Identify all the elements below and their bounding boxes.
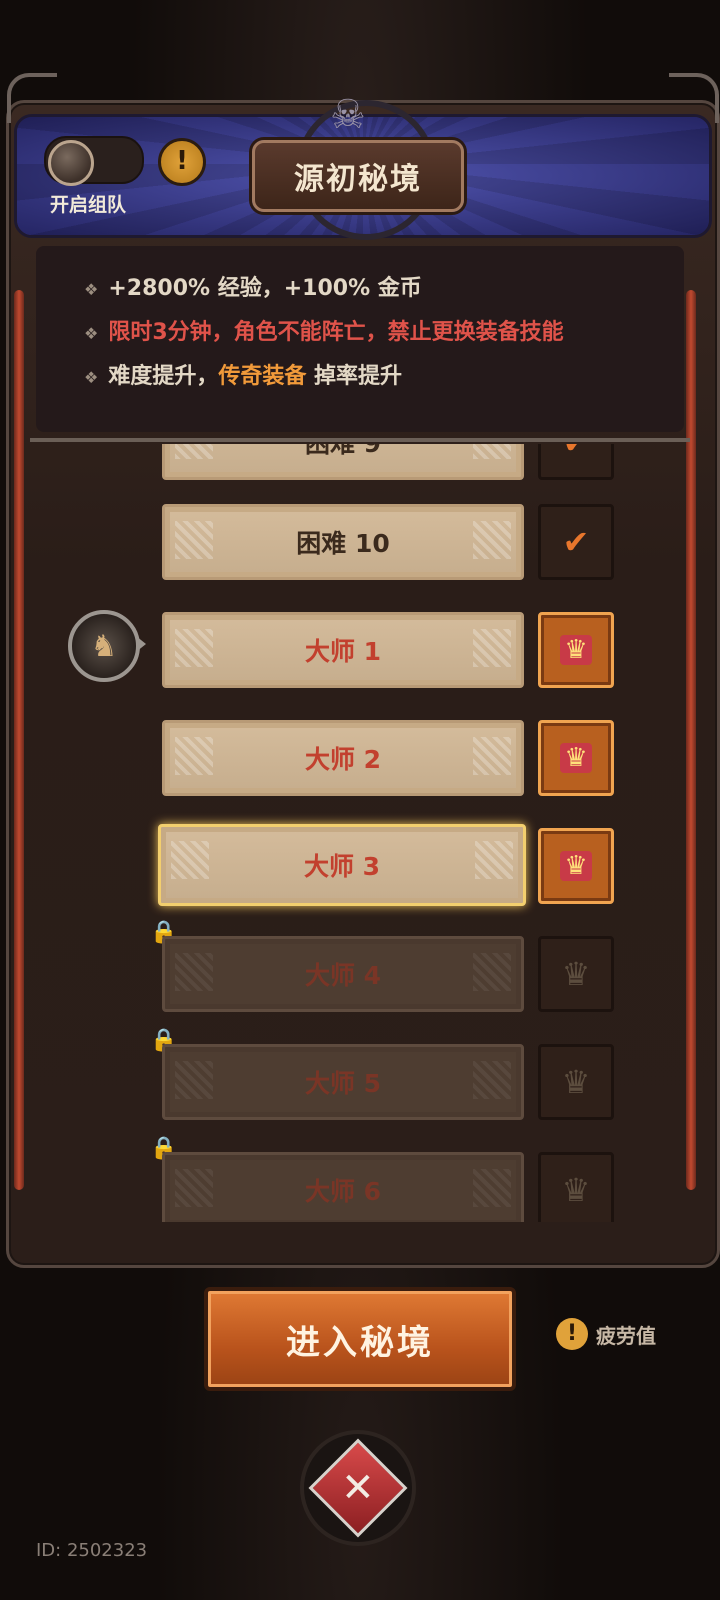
chest-locked-icon: ♛ <box>538 1152 614 1222</box>
level-item-master-6-locked[interactable]: 大师 6 <box>162 1152 524 1222</box>
chest-claimed-icon: ✔ <box>538 504 614 580</box>
chest-locked-icon: ♛ <box>538 936 614 1012</box>
bullet-icon: ❖ <box>84 368 99 387</box>
chest-reward-icon[interactable]: ♛ <box>538 612 614 688</box>
chest-reward-icon[interactable]: ♛ <box>538 828 614 904</box>
skull-icon: ☠ <box>330 92 366 138</box>
level-item-hard-10[interactable]: 困难 10 <box>162 504 524 580</box>
right-rail <box>686 290 696 1190</box>
info-line-rewards: ❖ +2800% 经验，+100% 金币 <box>84 276 422 301</box>
info-icon[interactable]: ! <box>158 138 206 186</box>
divider <box>30 438 690 442</box>
crossed-swords-icon: ✕ <box>308 1438 408 1538</box>
level-item-master-1[interactable]: 大师 1 <box>162 612 524 688</box>
fatigue-info-icon: ! <box>556 1318 588 1350</box>
level-item-master-3-selected[interactable]: 大师 3 <box>158 824 526 906</box>
chest-claimed-icon: ✔ <box>538 444 614 480</box>
level-item-master-5-locked[interactable]: 大师 5 <box>162 1044 524 1120</box>
avatar-pointer <box>136 636 146 652</box>
player-avatar-icon: ♞ <box>68 610 140 682</box>
bullet-icon: ❖ <box>84 280 99 299</box>
fatigue-info[interactable]: ! 疲劳值 <box>556 1318 656 1350</box>
left-rail <box>14 290 24 1190</box>
chest-locked-icon: ♛ <box>538 1044 614 1120</box>
bullet-icon: ❖ <box>84 324 99 343</box>
page-title: 源初秘境 <box>252 140 464 212</box>
page-title-text: 源初秘境 <box>294 162 422 197</box>
chest-reward-icon[interactable]: ♛ <box>538 720 614 796</box>
level-item-master-4-locked[interactable]: 大师 4 <box>162 936 524 1012</box>
level-item-master-2[interactable]: 大师 2 <box>162 720 524 796</box>
toggle-knob <box>48 140 94 186</box>
legendary-gear-text: 传奇装备 <box>218 364 307 389</box>
fatigue-label: 疲劳值 <box>596 1323 656 1348</box>
team-toggle[interactable] <box>44 136 144 186</box>
level-list[interactable]: 困难 9 ✔ 困难 10 ✔ ♞ 大师 1 ♛ 大师 2 ♛ 大师 3 ♛ 🔒 … <box>40 444 684 1222</box>
user-id: ID: 2502323 <box>36 1540 148 1561</box>
enter-realm-button[interactable]: 进入秘境 <box>204 1287 516 1391</box>
info-line-drops: ❖ 难度提升，传奇装备 掉率提升 <box>84 364 403 389</box>
info-line-rules: ❖ 限时3分钟，角色不能阵亡，禁止更换装备技能 <box>84 320 564 345</box>
level-item-hard-9[interactable]: 困难 9 <box>162 444 524 480</box>
team-toggle-label: 开启组队 <box>50 194 127 216</box>
close-emblem-button[interactable]: ✕ <box>300 1430 416 1546</box>
